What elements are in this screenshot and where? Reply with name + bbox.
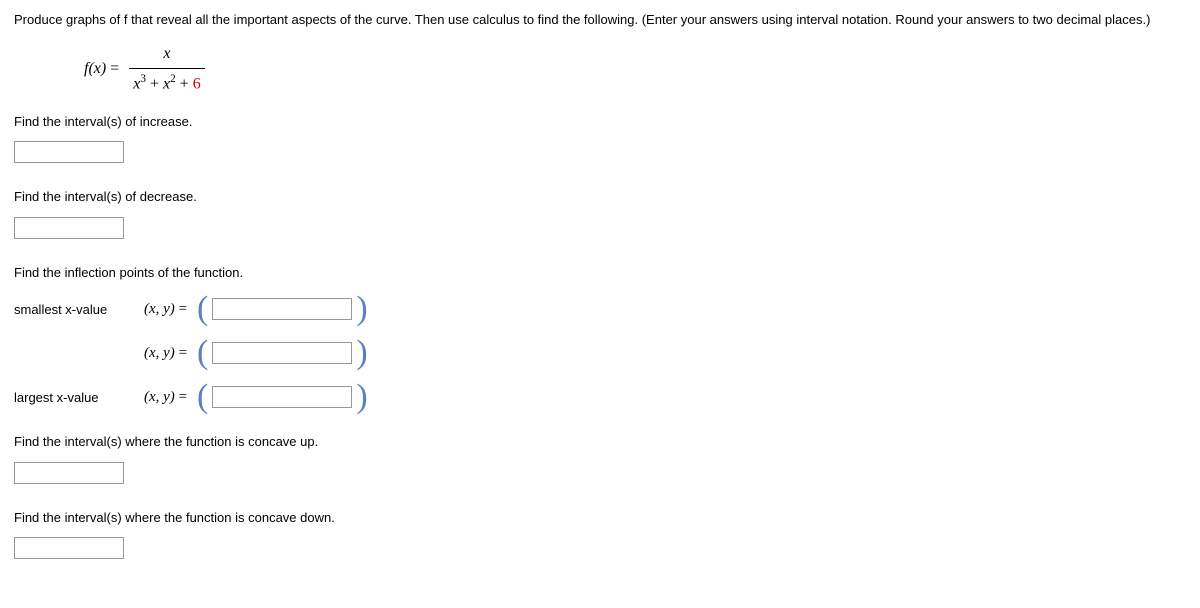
input-decrease[interactable] [14,217,124,239]
coord-wrap-2: ( ) [197,336,368,370]
prompt-concave-up: Find the interval(s) where the function … [14,432,1186,452]
prompt-decrease: Find the interval(s) of decrease. [14,187,1186,207]
inflection-row-2: (x, y) = ( ) [14,336,1186,370]
equation-fraction: x x3 + x2 + 6 [129,42,204,96]
equation-denominator: x3 + x2 + 6 [129,69,204,96]
instruction-text: Produce graphs of f that reveal all the … [14,10,1186,30]
prompt-concave-down: Find the interval(s) where the function … [14,508,1186,528]
close-paren-2: ) [356,336,367,370]
close-paren-3: ) [356,380,367,414]
prompt-increase: Find the interval(s) of increase. [14,112,1186,132]
equation-equals: = [110,59,119,76]
inflection-row-1: smallest x-value (x, y) = ( ) [14,292,1186,326]
input-concave-down[interactable] [14,537,124,559]
coord-wrap-1: ( ) [197,292,368,326]
den-term2-base: x [163,75,170,92]
xy-label-2: (x, y) = [144,342,187,365]
close-paren-1: ) [356,292,367,326]
open-paren-2: ( [197,336,208,370]
equation-numerator: x [129,42,204,69]
open-paren-3: ( [197,380,208,414]
coord-wrap-3: ( ) [197,380,368,414]
den-plus2: + [176,75,193,92]
xy-label-3: (x, y) = [144,386,187,409]
smallest-x-label: smallest x-value [14,300,144,320]
input-inflection-2[interactable] [212,342,352,364]
instruction-content: Produce graphs of f that reveal all the … [14,12,1150,27]
equation: f(x) = x x3 + x2 + 6 [84,42,1186,96]
den-constant: 6 [193,75,201,92]
input-inflection-3[interactable] [212,386,352,408]
inflection-row-3: largest x-value (x, y) = ( ) [14,380,1186,414]
xy-label-1: (x, y) = [144,298,187,321]
input-concave-up[interactable] [14,462,124,484]
open-paren-1: ( [197,292,208,326]
largest-x-label: largest x-value [14,388,144,408]
prompt-inflection: Find the inflection points of the functi… [14,263,1186,283]
den-plus1: + [146,75,163,92]
input-inflection-1[interactable] [212,298,352,320]
equation-lhs: f(x) [84,59,106,76]
input-increase[interactable] [14,141,124,163]
